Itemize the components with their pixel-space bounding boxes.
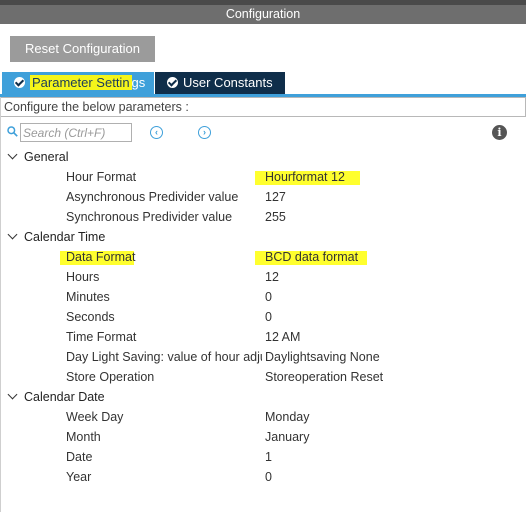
param-key: Month <box>66 430 101 444</box>
check-circle-icon <box>167 77 178 88</box>
group-label: Calendar Date <box>24 390 105 404</box>
param-value: BCD data format <box>265 250 359 264</box>
param-key: Hours <box>66 270 100 284</box>
chevron-down-icon <box>7 149 18 160</box>
param-value: 127 <box>265 190 286 204</box>
search-input[interactable] <box>20 123 132 142</box>
param-key: Seconds <box>66 310 115 324</box>
window-title: Configuration <box>225 7 301 21</box>
param-row-day-light-saving[interactable]: Day Light Saving: value of hour adjustme… <box>0 347 526 367</box>
param-row-year[interactable]: Year 0 <box>0 467 526 487</box>
search-icon[interactable] <box>7 126 18 137</box>
param-row-hours[interactable]: Hours 12 <box>0 267 526 287</box>
param-value: Daylightsaving None <box>265 350 380 364</box>
param-key: Hour Format <box>66 170 137 184</box>
tab-parameter-settings[interactable]: Parameter Settin gs <box>2 72 154 94</box>
param-value: 12 AM <box>265 330 301 344</box>
param-row-hour-format[interactable]: Hour Format Hourformat 12 <box>0 167 526 187</box>
param-key: Asynchronous Predivider value <box>66 190 239 204</box>
param-row-week-day[interactable]: Week Day Monday <box>0 407 526 427</box>
param-value: 0 <box>265 310 272 324</box>
group-calendar-date[interactable]: Calendar Date <box>0 387 105 407</box>
reset-configuration-button[interactable]: Reset Configuration <box>10 36 155 62</box>
tab-bar: Parameter Settin gs User Constants <box>0 71 526 97</box>
param-row-sync-predivider[interactable]: Synchronous Predivider value 255 <box>0 207 526 227</box>
param-row-store-operation[interactable]: Store Operation Storeoperation Reset <box>0 367 526 387</box>
param-value: 255 <box>265 210 286 224</box>
check-circle-icon <box>14 77 25 88</box>
param-row-time-format[interactable]: Time Format 12 AM <box>0 327 526 347</box>
tab-label-rest: gs <box>131 75 146 90</box>
arrow-left-circle-icon[interactable]: ‹ <box>150 126 163 139</box>
configure-instructions: Configure the below parameters : <box>0 97 526 117</box>
param-value: Storeoperation Reset <box>265 370 384 384</box>
param-row-async-predivider[interactable]: Asynchronous Predivider value 127 <box>0 187 526 207</box>
param-key: Date <box>66 450 93 464</box>
param-key: Time Format <box>66 330 137 344</box>
chevron-down-icon <box>7 229 18 240</box>
param-key: Year <box>66 470 92 484</box>
param-value: 12 <box>265 270 279 284</box>
chevron-down-icon <box>7 389 18 400</box>
tab-label: User Constants <box>183 75 273 90</box>
search-row: ‹ › i <box>0 122 526 144</box>
param-value: 0 <box>265 290 272 304</box>
param-row-month[interactable]: Month January <box>0 427 526 447</box>
group-general[interactable]: General <box>0 147 68 167</box>
group-label: General <box>24 150 69 164</box>
info-icon[interactable]: i <box>492 125 507 140</box>
param-value: January <box>265 430 310 444</box>
param-row-date[interactable]: Date 1 <box>0 447 526 467</box>
param-key: Week Day <box>66 410 124 424</box>
param-value: 1 <box>265 450 272 464</box>
group-calendar-time[interactable]: Calendar Time <box>0 227 105 247</box>
param-value: Hourformat 12 <box>265 170 345 184</box>
param-key: Minutes <box>66 290 110 304</box>
param-key: Day Light Saving: value of hour adjustme… <box>66 350 262 364</box>
tab-user-constants[interactable]: User Constants <box>155 72 285 94</box>
param-key: Synchronous Predivider value <box>66 210 233 224</box>
param-row-minutes[interactable]: Minutes 0 <box>0 287 526 307</box>
param-key: Data Format <box>66 250 136 264</box>
arrow-right-circle-icon[interactable]: › <box>198 126 211 139</box>
param-row-seconds[interactable]: Seconds 0 <box>0 307 526 327</box>
tab-label-highlighted: Parameter Settin <box>30 75 132 90</box>
param-value: Monday <box>265 410 310 424</box>
title-bar: Configuration <box>0 0 526 24</box>
param-row-data-format[interactable]: Data Format BCD data format <box>0 247 526 267</box>
param-key: Store Operation <box>66 370 155 384</box>
group-label: Calendar Time <box>24 230 106 244</box>
param-value: 0 <box>265 470 272 484</box>
